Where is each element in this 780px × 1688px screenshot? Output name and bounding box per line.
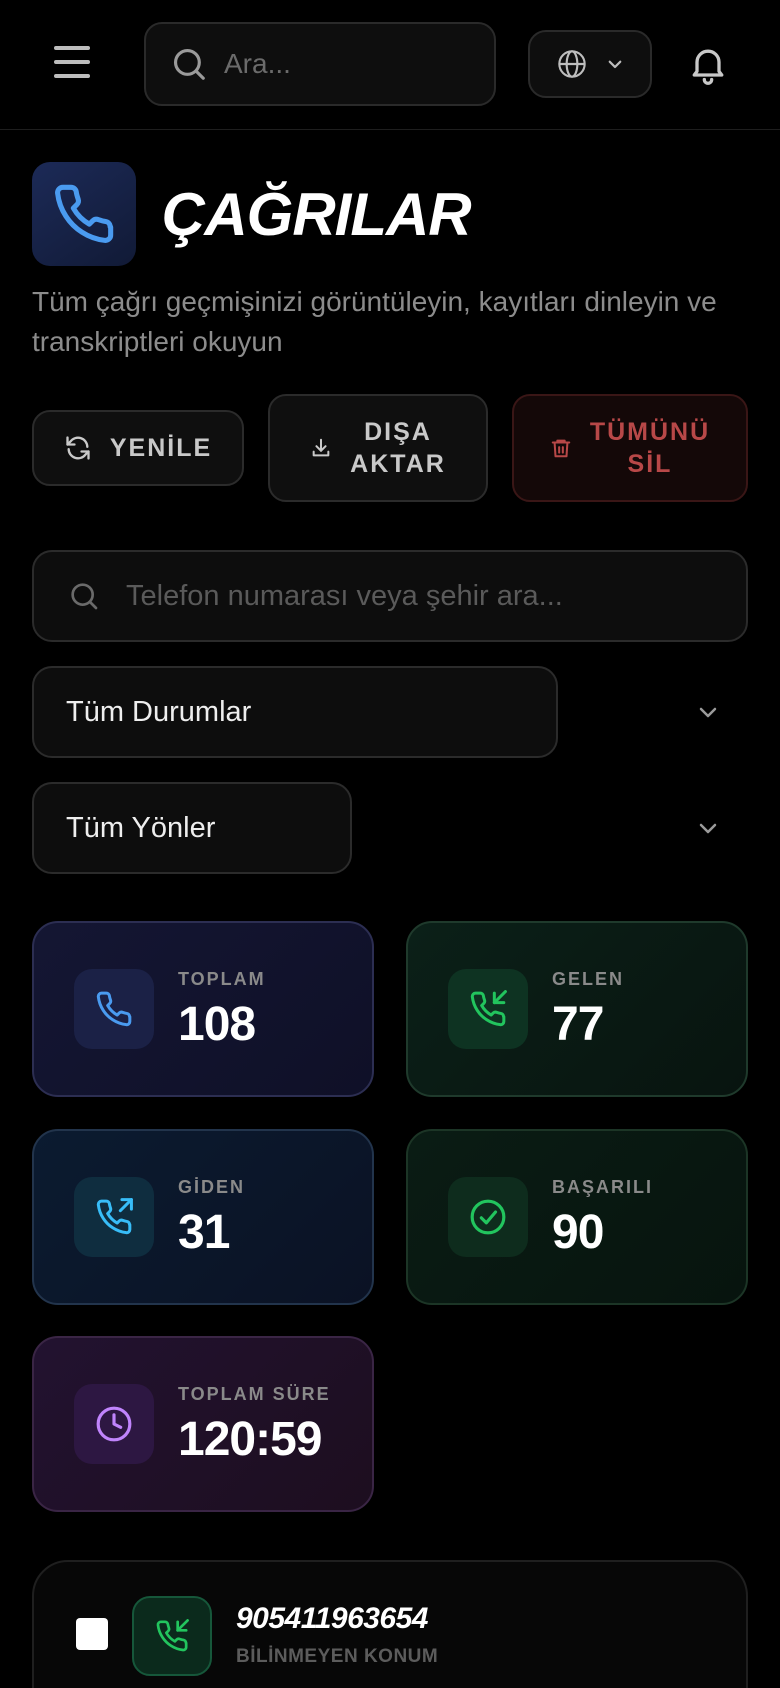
search-icon	[71, 583, 98, 610]
refresh-button[interactable]: YENİLE	[32, 410, 244, 486]
stat-card-duration: TOPLAM SÜRE 120:59	[32, 1336, 374, 1512]
stat-label: BAŞARILI	[552, 1177, 653, 1197]
phone-outgoing-icon	[74, 1177, 154, 1257]
delete-all-label: TÜMÜNÜ SİL	[589, 418, 711, 478]
direction-filter-select[interactable]: Tüm Yönler	[32, 782, 352, 874]
page-subtitle: Tüm çağrı geçmişinizi görüntüleyin, kayı…	[32, 286, 717, 357]
direction-filter-value: Tüm Yönler	[66, 811, 216, 844]
stat-label: GİDEN	[178, 1177, 246, 1197]
call-select-checkbox[interactable]	[76, 1618, 108, 1650]
delete-all-button[interactable]: TÜMÜNÜ SİL	[512, 394, 748, 502]
refresh-icon	[66, 436, 90, 460]
call-location: BİLİNMEYEN KONUM	[236, 1646, 439, 1667]
chevron-down-icon	[608, 60, 622, 69]
call-list-item[interactable]: 905411963654 BİLİNMEYEN KONUM	[32, 1560, 748, 1688]
call-phone-number[interactable]: 905411963654	[236, 1602, 429, 1636]
chevron-down-icon[interactable]	[696, 700, 720, 724]
stat-card-incoming: GELEN 77	[406, 921, 748, 1097]
status-filter-value: Tüm Durumlar	[66, 695, 252, 728]
stat-card-success: BAŞARILI 90	[406, 1129, 748, 1305]
global-search[interactable]	[144, 22, 496, 106]
calls-page-icon	[32, 162, 136, 266]
call-search[interactable]	[32, 550, 748, 642]
trash-icon	[551, 439, 571, 458]
menu-icon[interactable]	[50, 42, 94, 82]
stat-value: 31	[178, 1206, 230, 1259]
phone-incoming-icon	[448, 969, 528, 1049]
top-bar	[0, 0, 780, 130]
stat-card-total: TOPLAM 108	[32, 921, 374, 1097]
global-search-input[interactable]	[224, 48, 464, 80]
phone-icon	[74, 969, 154, 1049]
stat-label: TOPLAM	[178, 969, 266, 989]
phone-incoming-icon	[132, 1596, 212, 1676]
stat-label: GELEN	[552, 969, 625, 989]
status-filter-select[interactable]: Tüm Durumlar	[32, 666, 558, 758]
stat-value: 90	[552, 1206, 604, 1259]
export-label: DIŞA AKTAR	[350, 418, 446, 478]
stat-card-outgoing: GİDEN 31	[32, 1129, 374, 1305]
phone-icon	[55, 184, 114, 243]
notifications-button[interactable]	[686, 42, 730, 91]
chevron-down-icon[interactable]	[696, 816, 720, 840]
stat-value: 108	[178, 998, 256, 1051]
download-icon	[312, 438, 330, 457]
clock-icon	[74, 1384, 154, 1464]
export-button[interactable]: DIŞA AKTAR	[268, 394, 488, 502]
language-selector[interactable]	[528, 30, 652, 98]
check-circle-icon	[448, 1177, 528, 1257]
globe-icon	[558, 50, 586, 78]
call-search-input[interactable]	[126, 579, 726, 613]
stat-value: 120:59	[178, 1413, 322, 1466]
refresh-label: YENİLE	[109, 434, 213, 462]
stat-label: TOPLAM SÜRE	[178, 1384, 331, 1404]
stat-value: 77	[552, 998, 604, 1051]
page-title: ÇAĞRILAR	[162, 181, 472, 248]
search-icon	[173, 48, 205, 80]
bell-icon	[692, 49, 724, 85]
